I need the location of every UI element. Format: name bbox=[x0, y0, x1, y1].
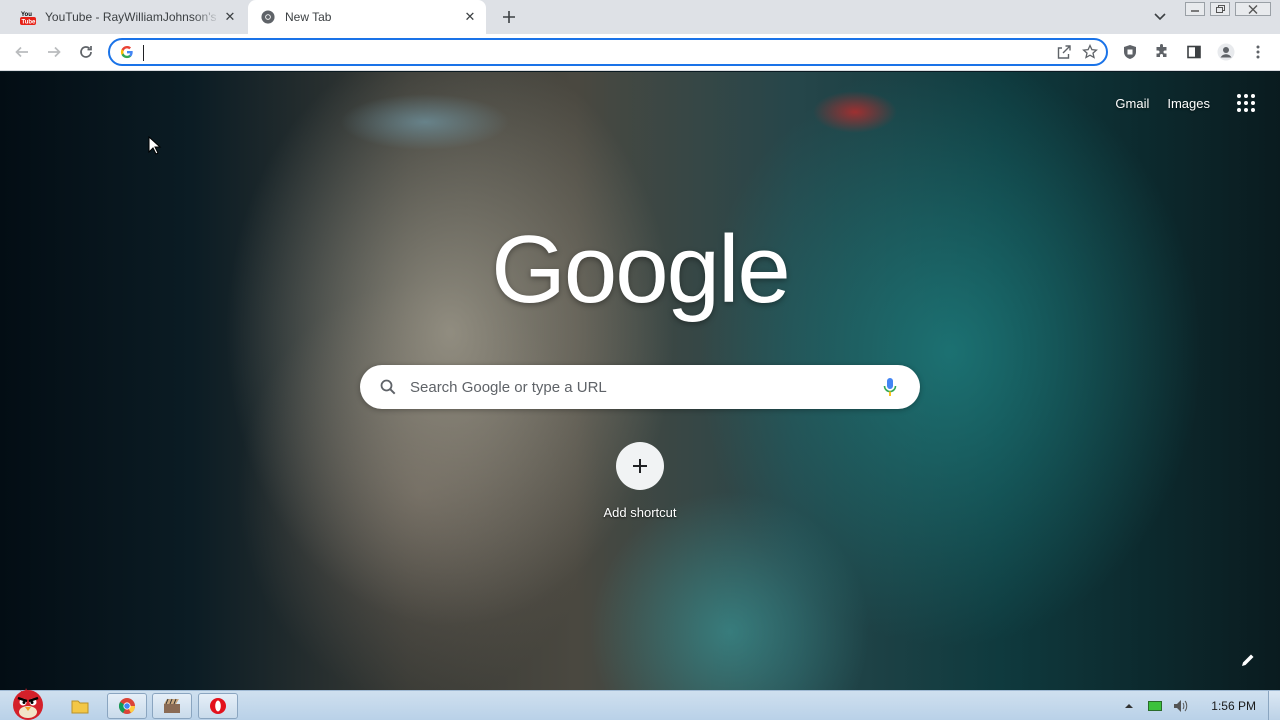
close-icon bbox=[1248, 4, 1258, 14]
minimize-button[interactable] bbox=[1185, 2, 1205, 16]
volume-icon[interactable] bbox=[1171, 696, 1191, 716]
tab-search-button[interactable] bbox=[1150, 7, 1170, 27]
browser-toolbar bbox=[0, 34, 1280, 71]
puzzle-icon bbox=[1156, 44, 1167, 57]
shield-icon bbox=[1124, 45, 1136, 59]
side-panel-button[interactable] bbox=[1182, 40, 1206, 64]
arrow-right-icon bbox=[48, 46, 61, 58]
text-caret bbox=[143, 45, 144, 61]
add-shortcut-tile[interactable]: Add shortcut bbox=[590, 442, 690, 520]
folder-icon bbox=[71, 700, 89, 714]
google-apps-icon[interactable] bbox=[1234, 91, 1258, 115]
angry-bird-icon bbox=[13, 688, 43, 720]
google-logo: Google bbox=[491, 216, 791, 323]
search-input[interactable] bbox=[410, 378, 878, 396]
opera-icon bbox=[210, 698, 226, 714]
back-button[interactable] bbox=[10, 40, 34, 64]
new-tab-page: Gmail Images Google Add shortcut bbox=[0, 72, 1280, 690]
tab-title: New Tab bbox=[285, 10, 332, 24]
taskbar-item-chrome[interactable] bbox=[107, 693, 147, 719]
profile-button[interactable] bbox=[1214, 40, 1238, 64]
arrow-left-icon bbox=[15, 46, 28, 58]
search-icon bbox=[378, 377, 398, 397]
battery-icon[interactable] bbox=[1145, 696, 1165, 716]
google-g-icon bbox=[119, 44, 135, 60]
taskbar-item-media[interactable] bbox=[152, 693, 192, 719]
top-links: Gmail Images bbox=[1115, 96, 1210, 111]
tab-strip: YouTube YouTube - RayWilliamJohnson's Ch… bbox=[0, 0, 1280, 34]
tab-youtube[interactable]: YouTube YouTube - RayWilliamJohnson's Ch… bbox=[8, 0, 246, 34]
menu-button[interactable] bbox=[1246, 40, 1270, 64]
extensions-button[interactable] bbox=[1150, 40, 1174, 64]
close-icon[interactable]: ✕ bbox=[460, 7, 480, 27]
chrome-icon bbox=[118, 698, 136, 714]
plus-icon bbox=[633, 459, 647, 473]
start-button[interactable] bbox=[6, 683, 50, 720]
clapperboard-icon bbox=[164, 698, 180, 713]
side-panel-icon bbox=[1187, 45, 1201, 59]
images-link[interactable]: Images bbox=[1167, 96, 1210, 111]
add-shortcut-label: Add shortcut bbox=[603, 505, 677, 520]
new-tab-button[interactable] bbox=[497, 6, 521, 28]
show-desktop-button[interactable] bbox=[1268, 691, 1280, 720]
tab-new-tab[interactable]: New Tab ✕ bbox=[248, 0, 486, 34]
plus-icon bbox=[503, 11, 515, 23]
reload-icon bbox=[80, 46, 92, 58]
system-tray: 1:56 PM bbox=[1119, 691, 1280, 720]
mouse-cursor-icon bbox=[148, 136, 162, 155]
close-window-button[interactable] bbox=[1235, 2, 1271, 16]
bookmark-star-icon[interactable] bbox=[1080, 42, 1100, 62]
taskbar-item-explorer[interactable] bbox=[60, 693, 100, 719]
youtube-icon: You Tube bbox=[20, 9, 36, 25]
extension-shield-button[interactable] bbox=[1118, 40, 1142, 64]
gmail-link[interactable]: Gmail bbox=[1115, 96, 1149, 111]
restore-icon bbox=[1215, 5, 1225, 13]
address-bar[interactable] bbox=[108, 38, 1108, 66]
taskbar: 1:56 PM bbox=[0, 688, 1280, 720]
forward-button[interactable] bbox=[42, 40, 66, 64]
more-vert-icon bbox=[1256, 45, 1260, 59]
taskbar-item-opera[interactable] bbox=[198, 693, 238, 719]
tab-title: YouTube - RayWilliamJohnson's Channel bbox=[45, 10, 220, 24]
share-icon[interactable] bbox=[1054, 42, 1074, 62]
pencil-icon bbox=[1242, 654, 1254, 666]
microphone-icon[interactable] bbox=[878, 375, 902, 399]
svg-text:Tube: Tube bbox=[22, 20, 37, 26]
avatar-icon bbox=[1217, 43, 1235, 61]
chevron-down-icon bbox=[1154, 13, 1166, 21]
omnibox-input[interactable] bbox=[143, 41, 1054, 63]
add-shortcut-button[interactable] bbox=[616, 442, 664, 490]
minimize-icon bbox=[1191, 10, 1199, 12]
close-icon[interactable]: ✕ bbox=[220, 7, 240, 27]
tray-expand-icon[interactable] bbox=[1119, 696, 1139, 716]
chrome-icon bbox=[260, 9, 276, 25]
restore-button[interactable] bbox=[1210, 2, 1230, 16]
clock[interactable]: 1:56 PM bbox=[1211, 699, 1256, 713]
realbox[interactable] bbox=[360, 365, 920, 409]
reload-button[interactable] bbox=[74, 40, 98, 64]
customize-button[interactable] bbox=[1236, 648, 1260, 672]
